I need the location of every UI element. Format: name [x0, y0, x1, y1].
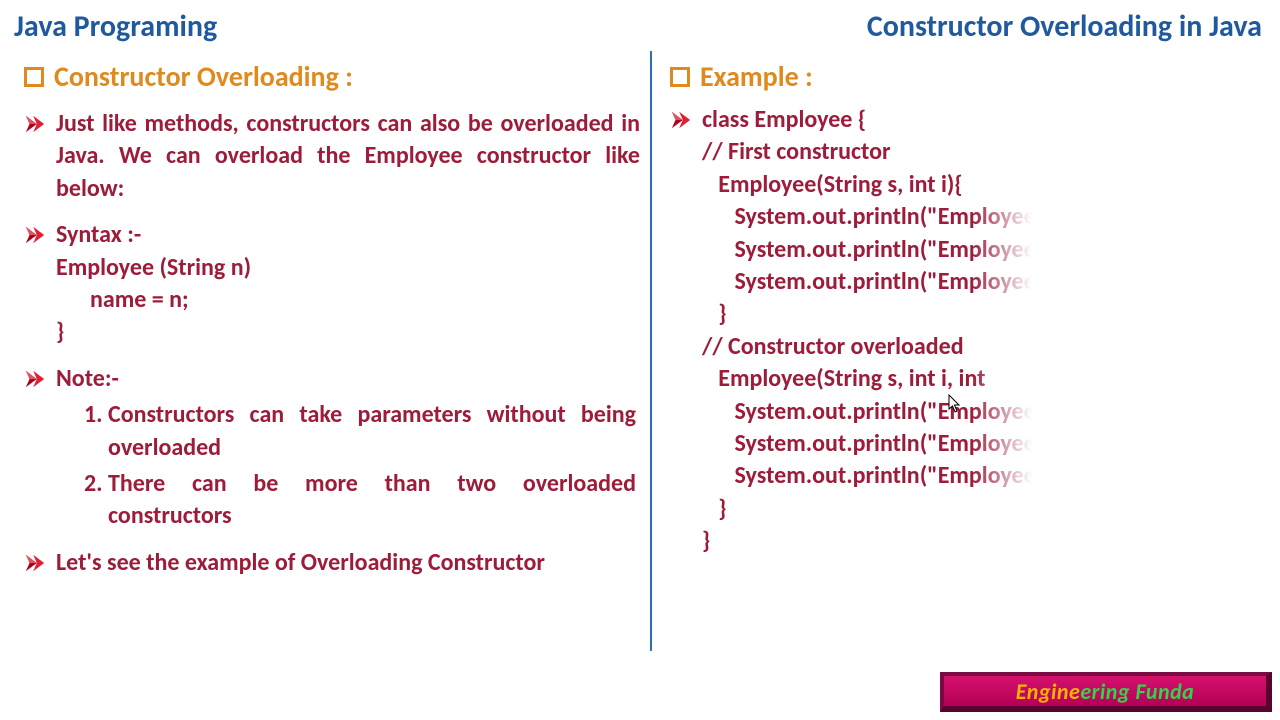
square-bullet-icon	[670, 67, 690, 87]
content-columns: Constructor Overloading : Just like meth…	[0, 51, 1280, 651]
code-line: }	[702, 493, 1036, 525]
title-right: Constructor Overloading in Java	[867, 8, 1262, 45]
outro-text: Let's see the example of Overloading Con…	[56, 547, 545, 579]
left-column: Constructor Overloading : Just like meth…	[0, 51, 650, 651]
code-block: class Employee { // First constructor Em…	[702, 104, 1036, 557]
bullet-code: class Employee { // First constructor Em…	[670, 104, 1280, 557]
bullet-note: Note:- Constructors can take parameters …	[24, 363, 640, 533]
arrow-icon	[24, 113, 46, 135]
note-list: Constructors can take parameters without…	[108, 399, 640, 533]
intro-text: Just like methods, constructors can also…	[56, 108, 640, 205]
syntax-block: Syntax :- Employee (String n) name = n; …	[56, 219, 251, 349]
section-heading-right: Example :	[670, 59, 1280, 94]
code-line: System.out.println("Employee	[702, 201, 1036, 233]
code-line: System.out.println("Employee	[702, 234, 1036, 266]
code-line: Employee(String s, int i, int	[702, 363, 1036, 395]
code-line: class Employee {	[702, 104, 1036, 136]
code-line: System.out.println("Employee	[702, 460, 1036, 492]
bullet-outro: Let's see the example of Overloading Con…	[24, 547, 640, 579]
mouse-cursor-icon	[948, 394, 962, 414]
slide-header: Java Programing Constructor Overloading …	[0, 0, 1280, 45]
right-column: Example : class Employee { // First cons…	[650, 51, 1280, 651]
syntax-line: }	[56, 316, 251, 348]
arrow-icon	[24, 552, 46, 574]
syntax-line: name = n;	[56, 284, 251, 316]
section-title-left: Constructor Overloading :	[54, 59, 353, 94]
code-line: // First constructor	[702, 136, 1036, 168]
code-line: }	[702, 525, 1036, 557]
note-label: Note:-	[56, 363, 640, 395]
square-bullet-icon	[24, 67, 44, 87]
brand-part2: ering Funda	[1080, 678, 1194, 705]
syntax-line: Employee (String n)	[56, 252, 251, 284]
bullet-syntax: Syntax :- Employee (String n) name = n; …	[24, 219, 640, 349]
code-line: }	[702, 298, 1036, 330]
note-block: Note:- Constructors can take parameters …	[56, 363, 640, 533]
section-title-right: Example :	[700, 59, 813, 94]
brand-part1: Engine	[1016, 678, 1081, 705]
note-item: Constructors can take parameters without…	[108, 399, 640, 464]
note-item: There can be more than two overloaded co…	[108, 468, 640, 533]
section-heading-left: Constructor Overloading :	[24, 59, 640, 94]
title-left: Java Programing	[14, 8, 217, 45]
code-line: Employee(String s, int i){	[702, 169, 1036, 201]
arrow-icon	[670, 109, 692, 131]
code-line: System.out.println("Employee	[702, 428, 1036, 460]
syntax-label: Syntax :-	[56, 219, 251, 251]
brand-banner: Engineering Funda	[940, 672, 1272, 712]
code-line: System.out.println("Employee	[702, 266, 1036, 298]
arrow-icon	[24, 224, 46, 246]
arrow-icon	[24, 368, 46, 390]
code-line: // Constructor overloaded	[702, 331, 1036, 363]
code-line: System.out.println("Employee	[702, 396, 1036, 428]
bullet-intro: Just like methods, constructors can also…	[24, 108, 640, 205]
